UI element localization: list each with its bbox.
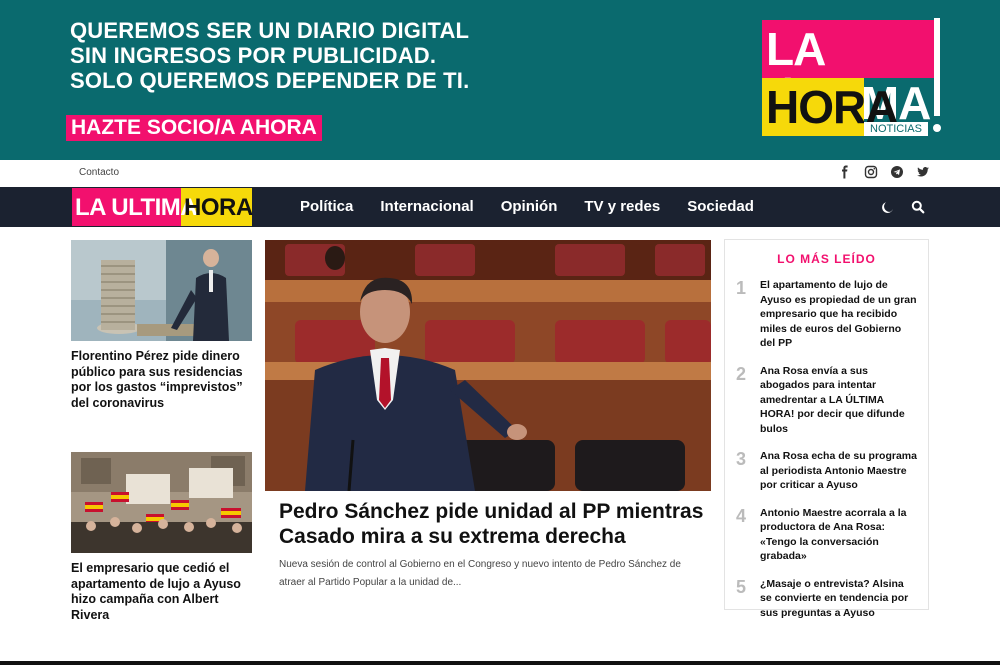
- most-read-list: 1 El apartamento de lujo de Ayuso es pro…: [725, 278, 928, 620]
- most-read-rank: 1: [736, 278, 747, 298]
- moon-icon[interactable]: [880, 199, 896, 215]
- banner-logo: LA ÚLTIMA HORA NOTICIAS: [762, 14, 944, 140]
- most-read-link[interactable]: Antonio Maestre acorrala a la productora…: [760, 506, 918, 564]
- nav-item-politica[interactable]: Política: [300, 187, 353, 227]
- most-read-rank: 5: [736, 576, 747, 597]
- nav-icons: [880, 199, 926, 215]
- footer-divider: [0, 661, 1000, 665]
- utility-bar: Contacto: [0, 160, 1000, 187]
- nav-item-opinion[interactable]: Opinión: [501, 187, 558, 227]
- site-logo-part1: LA ULTIMA: [75, 194, 198, 221]
- news-card-image[interactable]: [71, 452, 252, 553]
- social-links: [838, 165, 930, 179]
- nav-item-sociedad[interactable]: Sociedad: [687, 187, 754, 227]
- news-card[interactable]: El empresario que cedió el apartamento d…: [71, 452, 252, 623]
- most-read-link[interactable]: Ana Rosa echa de su programa al periodis…: [760, 449, 918, 493]
- banner-message: QUEREMOS SER UN DIARIO DIGITAL SIN INGRE…: [70, 18, 469, 93]
- news-card-image[interactable]: [71, 240, 252, 341]
- search-icon[interactable]: [910, 199, 926, 215]
- most-read-item[interactable]: 2 Ana Rosa envía a sus abogados para int…: [736, 364, 918, 437]
- most-read-item[interactable]: 3 Ana Rosa echa de su programa al period…: [736, 449, 918, 493]
- nav-menu: Política Internacional Opinión TV y rede…: [300, 187, 781, 227]
- most-read-title: LO MÁS LEÍDO: [777, 252, 876, 266]
- telegram-icon[interactable]: [890, 165, 904, 179]
- most-read-rank: 2: [736, 363, 747, 384]
- banner-logo-bottom: HORA: [762, 78, 898, 136]
- most-read-link[interactable]: ¿Masaje o entrevista? Alsina se conviert…: [760, 577, 918, 621]
- nav-item-internacional[interactable]: Internacional: [380, 187, 473, 227]
- most-read-link[interactable]: El apartamento de lujo de Ayuso es propi…: [760, 278, 918, 351]
- twitter-icon[interactable]: [916, 165, 930, 179]
- news-card-title[interactable]: Florentino Pérez pide dinero público par…: [71, 349, 252, 411]
- most-read-rank: 3: [736, 449, 747, 469]
- news-card[interactable]: Florentino Pérez pide dinero público par…: [71, 240, 252, 411]
- most-read-rank: 4: [736, 505, 747, 526]
- lead-story-title[interactable]: Pedro Sánchez pide unidad al PP mientras…: [265, 499, 711, 549]
- most-read-item[interactable]: 4 Antonio Maestre acorrala a la producto…: [736, 506, 918, 564]
- exclamation-icon: [932, 14, 942, 140]
- banner-line: SOLO QUEREMOS DEPENDER DE TI.: [70, 68, 470, 93]
- most-read-widget: LO MÁS LEÍDO 1 El apartamento de lujo de…: [724, 239, 929, 619]
- banner-line: SIN INGRESOS POR PUBLICIDAD.: [70, 43, 437, 68]
- become-member-button[interactable]: HAZTE SOCIO/A AHORA: [66, 115, 322, 141]
- instagram-icon[interactable]: [864, 165, 878, 179]
- lead-story-summary: Nueva sesión de control al Gobierno en e…: [279, 559, 681, 588]
- banner-logo-tag: NOTICIAS: [864, 122, 928, 136]
- site-logo[interactable]: LA ULTIMA HORA: [72, 188, 253, 226]
- site-logo-part2: HORA: [184, 194, 253, 221]
- banner-logo-tag-text: NOTICIAS: [870, 123, 922, 135]
- lead-story-image[interactable]: [265, 240, 711, 491]
- news-card-title[interactable]: El empresario que cedió el apartamento d…: [71, 561, 252, 623]
- subscription-banner[interactable]: QUEREMOS SER UN DIARIO DIGITAL SIN INGRE…: [0, 0, 1000, 160]
- banner-line: QUEREMOS SER UN DIARIO DIGITAL: [70, 18, 470, 43]
- contact-link[interactable]: Contacto: [79, 167, 119, 178]
- lead-story[interactable]: Pedro Sánchez pide unidad al PP mientras…: [265, 240, 711, 592]
- main-navigation: LA ULTIMA HORA Política Internacional Op…: [0, 187, 1000, 227]
- most-read-item[interactable]: 1 El apartamento de lujo de Ayuso es pro…: [736, 278, 918, 351]
- most-read-item[interactable]: 5 ¿Masaje o entrevista? Alsina se convie…: [736, 577, 918, 621]
- facebook-icon[interactable]: [838, 165, 852, 179]
- most-read-link[interactable]: Ana Rosa envía a sus abogados para inten…: [760, 364, 918, 437]
- nav-item-tv-y-redes[interactable]: TV y redes: [584, 187, 660, 227]
- banner-logo-top: LA ÚLTIMA: [762, 20, 936, 129]
